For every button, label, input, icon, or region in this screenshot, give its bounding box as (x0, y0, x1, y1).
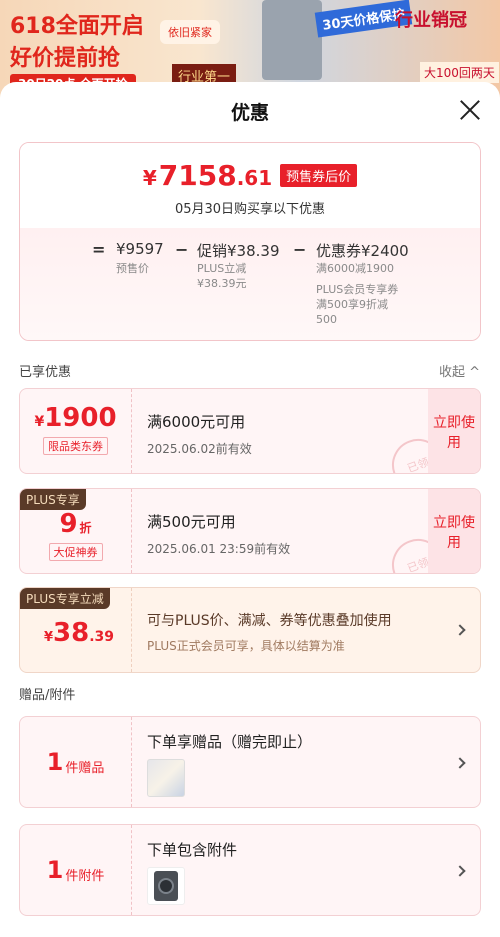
price-integer: 7158 (158, 159, 237, 192)
washer-thumbnail (147, 867, 185, 905)
coupon-condition: 满500元可用 (147, 513, 236, 531)
sheet-header: 优惠 (0, 82, 500, 138)
accessory-card[interactable]: 1 件附件 下单包含附件 (19, 824, 481, 916)
enjoyed-section-header: 已享优惠 收起 ^ (0, 353, 500, 381)
coupon-value: 9 (59, 509, 78, 539)
price-currency: ¥ (142, 166, 157, 190)
banner-right-badge3: 大100回两天 (420, 62, 499, 83)
plus-description: 可与PLUS价、满减、券等优惠叠加使用 (147, 613, 392, 629)
plus-discount-card[interactable]: PLUS专享立减 ¥ 38 .39 可与PLUS价、满减、券等优惠叠加使用 PL… (19, 587, 481, 673)
presale-price: ¥9597 (116, 240, 164, 258)
washer-banner-image (262, 0, 322, 80)
gift-count: 1 (46, 748, 64, 776)
coupon-amount-area: ¥ 1900 限品类东券 (20, 389, 132, 473)
price-summary-card: ¥ 7158 .61 预售券后价 05月30日购买享以下优惠 = ¥9597 预… (19, 142, 481, 341)
banner-mid-badge: 依旧紧家 (160, 20, 220, 44)
coupon-type-tag: 限品类东券 (43, 437, 108, 455)
price-tag-badge: 预售券后价 (280, 164, 358, 187)
banner-line2: 好价提前抢 (10, 46, 121, 71)
chevron-right-icon (454, 624, 466, 636)
section-title: 赠品/附件 (19, 688, 76, 703)
coupon-card: PLUS专享 9 折 大促神券 满500元可用 2025.06.01 23:59… (19, 488, 481, 574)
coupon-validity: 2025.06.01 23:59前有效 (147, 542, 291, 556)
price-subtitle: 05月30日购买享以下优惠 (174, 202, 326, 217)
coupon-sub3: 满500享9折减 (316, 298, 388, 311)
promo-amount: 促销¥38.39 (197, 242, 280, 260)
coupon-sub4: 500 (316, 313, 337, 326)
coupon-type-tag: 大促神券 (48, 543, 103, 561)
plus-currency: ¥ (44, 630, 54, 645)
plus-discount-badge: PLUS专享立减 (20, 588, 110, 609)
coupon-amount: 优惠券¥2400 (316, 242, 409, 260)
accessory-count: 1 (46, 856, 64, 884)
coupon-sub1: 满6000减1900 (316, 262, 394, 275)
plus-amount-area: PLUS专享立减 ¥ 38 .39 (20, 588, 132, 672)
gift-card[interactable]: 1 件赠品 下单享赠品（赠完即止） (19, 716, 481, 808)
sheet-title: 优惠 (230, 102, 269, 124)
minus-sign: − (293, 240, 307, 259)
presale-label: 预售价 (116, 262, 149, 275)
banner-headline: 618全面开启 好价提前抢 30日20点 全面开抢 (10, 8, 144, 93)
close-icon[interactable] (458, 98, 482, 122)
final-price: ¥ 7158 .61 预售券后价 (20, 159, 480, 192)
chevron-right-icon (454, 757, 466, 769)
price-breakdown: = ¥9597 预售价 − 促销¥38.39 PLUS立减 ¥38.39元 − … (20, 228, 480, 340)
gift-count-label: 件赠品 (65, 760, 105, 776)
coupon-condition: 满6000元可用 (147, 413, 246, 431)
price-decimal: .61 (236, 166, 273, 190)
banner-line1: 618全面开启 (10, 14, 144, 39)
coupon-validity: 2025.06.02前有效 (147, 442, 252, 456)
plus-amount: 38 (53, 618, 90, 648)
coupon-sub2: PLUS会员专享券 (316, 283, 399, 296)
use-coupon-button[interactable]: 立即使用 (428, 489, 480, 573)
gifts-section-header: 赠品/附件 (0, 676, 500, 704)
coupon-unit: 折 (79, 521, 92, 535)
equals-sign: = (92, 240, 106, 259)
coupon-amount-area: PLUS专享 9 折 大促神券 (20, 489, 132, 573)
chevron-right-icon (454, 865, 466, 877)
gift-thumbnail (147, 759, 185, 797)
accessory-title: 下单包含附件 (147, 841, 238, 859)
minus-sign: − (175, 240, 189, 259)
banner-right-badge2: 行业销冠 (395, 10, 467, 31)
plus-note: PLUS正式会员可享，具体以结算为准 (147, 639, 345, 653)
section-title: 已享优惠 (19, 365, 72, 380)
accessory-count-label: 件附件 (65, 868, 105, 884)
plus-decimal: .39 (89, 629, 115, 645)
coupon-currency: ¥ (34, 414, 45, 430)
coupon-value: 1900 (44, 403, 117, 433)
plus-exclusive-badge: PLUS专享 (20, 489, 86, 510)
collapse-toggle[interactable]: 收起 ^ (439, 361, 480, 380)
gift-title: 下单享赠品（赠完即止） (147, 733, 313, 751)
promo-sub2: ¥38.39元 (197, 277, 247, 290)
promo-sub1: PLUS立减 (197, 262, 247, 275)
coupon-card: ¥ 1900 限品类东券 满6000元可用 2025.06.02前有效 已领 立… (19, 388, 481, 474)
use-coupon-button[interactable]: 立即使用 (428, 389, 480, 473)
discount-sheet: 优惠 ¥ 7158 .61 预售券后价 05月30日购买享以下优惠 = ¥959… (0, 82, 500, 937)
